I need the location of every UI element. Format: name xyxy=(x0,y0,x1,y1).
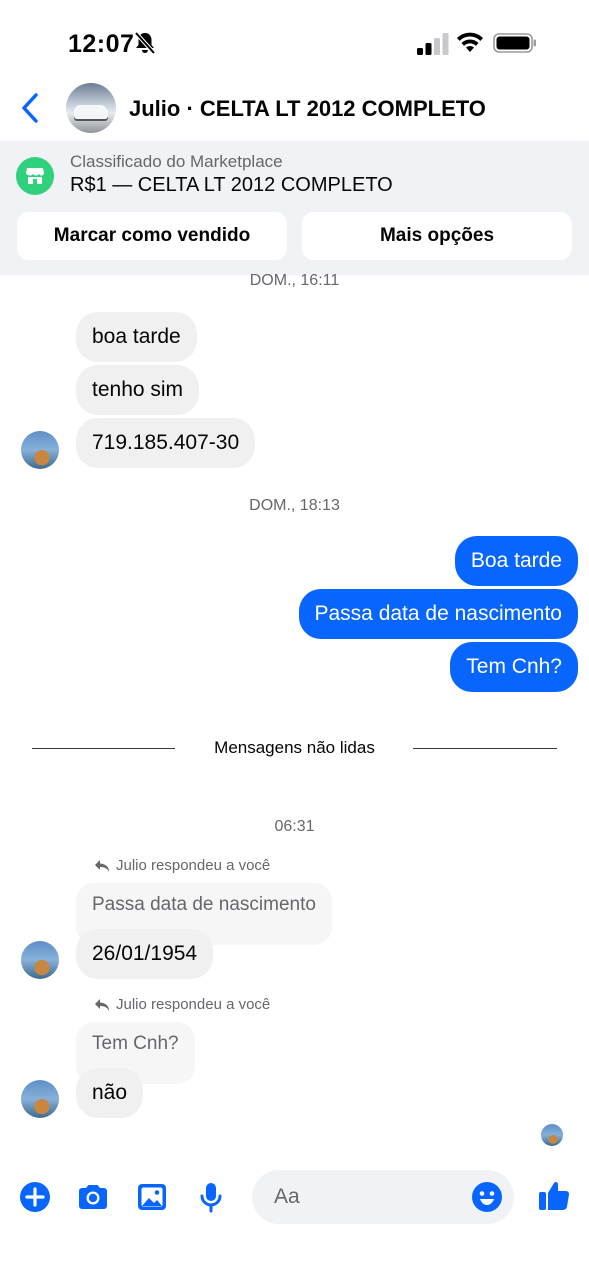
incoming-message[interactable]: tenho sim xyxy=(76,365,200,415)
bell-off-icon xyxy=(134,31,156,55)
battery-icon xyxy=(493,33,536,53)
reply-arrow-icon xyxy=(95,998,109,1011)
reply-note-text: Julio respondeu a você xyxy=(116,857,271,874)
status-bar: 12:07 xyxy=(0,0,589,82)
timestamp: 06:31 xyxy=(274,818,315,835)
status-time: 12:07 xyxy=(68,30,135,58)
incoming-message[interactable]: não xyxy=(76,1068,144,1118)
sender-avatar[interactable] xyxy=(21,431,59,469)
unread-divider: Mensagens não lidas xyxy=(32,738,557,760)
message-composer xyxy=(0,1160,589,1240)
home-indicator xyxy=(0,1265,589,1275)
mark-as-sold-button[interactable]: Marcar como vendido xyxy=(17,212,287,260)
plus-icon[interactable] xyxy=(18,1180,52,1214)
marketplace-label: Classificado do Marketplace xyxy=(70,152,283,171)
more-options-button[interactable]: Mais opções xyxy=(302,212,572,260)
incoming-message[interactable]: 26/01/1954 xyxy=(76,929,214,979)
conversation-header: Julio · CELTA LT 2012 COMPLETO xyxy=(0,82,589,140)
divider-line xyxy=(413,748,557,749)
gallery-icon[interactable] xyxy=(135,1180,169,1214)
timestamp: DOM., 18:13 xyxy=(249,497,340,514)
car-thumbnail xyxy=(74,105,108,119)
read-receipt-avatar xyxy=(541,1124,563,1146)
wifi-icon xyxy=(457,32,483,52)
outgoing-message[interactable]: Passa data de nascimento xyxy=(298,589,578,639)
reply-arrow-icon xyxy=(95,859,109,872)
marketplace-banner: Classificado do Marketplace R$1 — CELTA … xyxy=(0,141,589,275)
timestamp: DOM., 16:11 xyxy=(249,272,340,289)
reply-note: Julio respondeu a você xyxy=(94,996,270,1013)
listing-avatar[interactable] xyxy=(66,83,116,133)
reply-note-text: Julio respondeu a você xyxy=(116,996,271,1013)
emoji-icon[interactable] xyxy=(471,1181,503,1213)
microphone-icon[interactable] xyxy=(194,1180,228,1214)
reply-note: Julio respondeu a você xyxy=(94,857,270,874)
sender-avatar[interactable] xyxy=(21,1080,59,1118)
back-chevron-icon[interactable] xyxy=(20,92,42,124)
listing-title[interactable]: R$1 — CELTA LT 2012 COMPLETO xyxy=(70,174,393,197)
message-input[interactable] xyxy=(274,1170,464,1224)
marketplace-store-icon xyxy=(16,157,54,195)
message-input-container[interactable] xyxy=(252,1170,514,1224)
incoming-message[interactable]: 719.185.407-30 xyxy=(76,418,256,468)
outgoing-message[interactable]: Tem Cnh? xyxy=(450,642,578,692)
outgoing-message[interactable]: Boa tarde xyxy=(454,536,578,586)
incoming-message[interactable]: boa tarde xyxy=(76,312,197,362)
cellular-signal-icon xyxy=(417,33,449,55)
camera-icon[interactable] xyxy=(76,1180,110,1214)
like-thumb-icon[interactable] xyxy=(537,1177,573,1213)
conversation-title[interactable]: Julio · CELTA LT 2012 COMPLETO xyxy=(129,96,486,122)
sender-avatar[interactable] xyxy=(21,941,59,979)
